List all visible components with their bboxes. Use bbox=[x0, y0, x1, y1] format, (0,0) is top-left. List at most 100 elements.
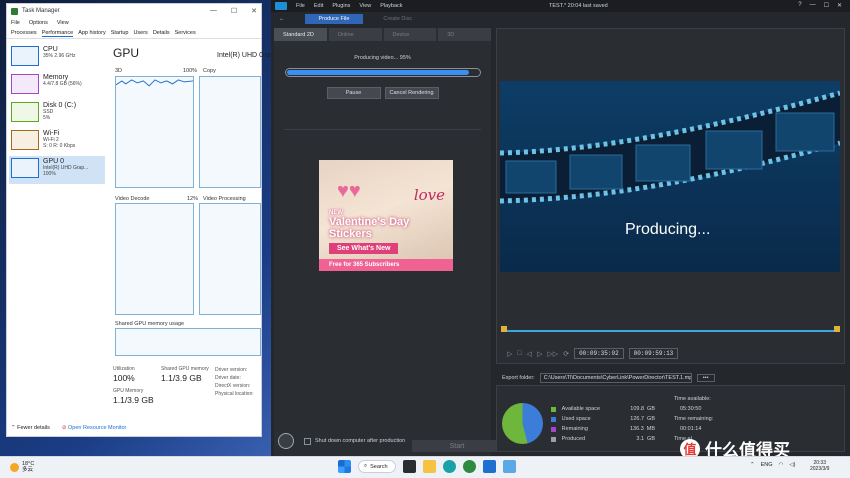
tray-overflow-icon[interactable]: ⌃ bbox=[750, 462, 755, 468]
promo-cta-button[interactable]: See What's New bbox=[329, 243, 399, 254]
powerdirector-logo-icon bbox=[275, 2, 287, 10]
stat-gpu-memory: GPU Memory 1.1/3.9 GB bbox=[113, 388, 154, 405]
menu-view[interactable]: View bbox=[57, 20, 69, 26]
weather-widget[interactable]: 18°C 多云 bbox=[10, 461, 34, 473]
graph-shared-memory bbox=[115, 328, 261, 356]
cancel-rendering-button[interactable]: Cancel Rendering bbox=[384, 87, 439, 99]
task-manager-window[interactable]: Task Manager — ☐ ✕ File Options View Pro… bbox=[6, 3, 271, 437]
produce-panel: Standard 2D Online Device 3D Producing v… bbox=[274, 28, 502, 456]
task-view-icon[interactable] bbox=[403, 460, 416, 473]
browse-button[interactable]: ••• bbox=[696, 373, 715, 382]
taskbar-apps: ⌕ Search bbox=[338, 460, 516, 473]
graph-video-processing bbox=[199, 203, 261, 315]
resource-disk[interactable]: Disk 0 (C:) SSD 5% bbox=[9, 100, 105, 128]
timeline-scrubber[interactable] bbox=[503, 330, 839, 332]
chrome-icon[interactable] bbox=[463, 460, 476, 473]
time-available-label: Time available: bbox=[674, 396, 711, 402]
tab-details[interactable]: Details bbox=[153, 30, 170, 36]
disk-row-unit: GB bbox=[647, 416, 655, 422]
start-button[interactable]: Start bbox=[412, 440, 502, 452]
maximize-button[interactable]: ☐ bbox=[824, 2, 829, 9]
search-box[interactable]: ⌕ Search bbox=[358, 460, 396, 473]
help-icon[interactable]: ? bbox=[798, 2, 801, 9]
resource-name: Wi-Fi bbox=[43, 130, 60, 137]
shutdown-label: Shut down computer after production bbox=[315, 438, 406, 444]
minimize-button[interactable]: — bbox=[810, 2, 816, 9]
promo-banner[interactable]: ♥♥ love NEW Valentine's Day Stickers See… bbox=[319, 160, 453, 271]
shutdown-checkbox[interactable] bbox=[304, 437, 311, 445]
pause-button[interactable]: Pause bbox=[326, 87, 381, 99]
tab-standard-2d[interactable]: Standard 2D bbox=[274, 28, 327, 41]
close-button[interactable]: ✕ bbox=[837, 2, 842, 9]
back-arrow-icon[interactable]: ← bbox=[279, 16, 285, 22]
menu-options[interactable]: Options bbox=[29, 20, 48, 26]
minimize-button[interactable]: — bbox=[210, 7, 217, 15]
gpu-model: Intel(R) UHD Gra bbox=[217, 52, 271, 59]
start-icon[interactable] bbox=[338, 460, 351, 473]
tab-online[interactable]: Online bbox=[328, 28, 382, 41]
create-disc-button[interactable]: Create Disc bbox=[383, 16, 412, 22]
menu-plugins[interactable]: Plugins bbox=[332, 3, 350, 9]
volume-icon[interactable]: ◁) bbox=[789, 462, 795, 468]
resource-memory[interactable]: Memory 4.4/7.8 GB (56%) bbox=[9, 72, 105, 100]
resource-detail: 4.4/7.8 GB (56%) bbox=[43, 81, 82, 87]
disk-row-produced: Produced 3.1 GB bbox=[551, 434, 655, 444]
stat-label: Utilization bbox=[113, 366, 135, 372]
disk-row-label: Available space bbox=[561, 406, 601, 412]
tab-startup[interactable]: Startup bbox=[111, 30, 129, 36]
title-bar[interactable]: Task Manager — ☐ ✕ bbox=[7, 4, 261, 18]
resource-name: CPU bbox=[43, 46, 58, 53]
tab-3d[interactable]: 3D bbox=[438, 28, 491, 41]
open-resource-monitor-link[interactable]: ⊘ Open Resource Monitor bbox=[62, 425, 127, 431]
timeline-in-marker[interactable] bbox=[501, 326, 507, 332]
total-timecode[interactable]: 00:09:59:13 bbox=[628, 348, 679, 359]
wifi-icon[interactable]: ◠ bbox=[779, 462, 784, 468]
directx-label: DirectX version: bbox=[215, 383, 251, 389]
menu-file[interactable]: File bbox=[11, 20, 20, 26]
powerdirector-taskbar-icon[interactable] bbox=[483, 460, 496, 473]
edge-icon[interactable] bbox=[443, 460, 456, 473]
stat-value: 1.1/3.9 GB bbox=[113, 395, 154, 405]
export-folder-path[interactable]: C:\Users\TI\Documents\CyberLink\PowerDir… bbox=[539, 372, 692, 383]
fast-forward-icon[interactable]: ▷▷ bbox=[547, 350, 558, 358]
tab-app-history[interactable]: App history bbox=[78, 30, 106, 36]
prev-frame-icon[interactable]: ◁ bbox=[527, 350, 532, 358]
disk-sparkline bbox=[11, 102, 39, 122]
graph-label-video-processing: Video Processing bbox=[203, 196, 246, 202]
menu-edit[interactable]: Edit bbox=[314, 3, 323, 9]
loop-icon[interactable]: ⟳ bbox=[563, 350, 569, 358]
tab-device[interactable]: Device bbox=[383, 28, 437, 41]
clock[interactable]: 20:33 2023/3/9 bbox=[810, 460, 829, 472]
resource-gpu[interactable]: GPU 0 Intel(R) UHD Grap... 100% bbox=[9, 156, 105, 184]
legend-swatch bbox=[551, 436, 556, 442]
tab-performance[interactable]: Performance bbox=[41, 30, 74, 37]
close-button[interactable]: ✕ bbox=[251, 7, 257, 15]
maximize-button[interactable]: ☐ bbox=[231, 7, 237, 15]
tab-users[interactable]: Users bbox=[133, 30, 147, 36]
timeline-out-marker[interactable] bbox=[834, 326, 840, 332]
memory-sparkline bbox=[11, 74, 39, 94]
resource-wifi[interactable]: Wi-Fi Wi-Fi 2 S: 0 R: 0 Kbps bbox=[9, 128, 105, 156]
play-icon[interactable]: ▷ bbox=[507, 350, 512, 358]
disk-row-available: Available space 109.8 GB bbox=[551, 404, 655, 414]
powerdirector-window[interactable]: File Edit Plugins View Playback TEST.* 2… bbox=[271, 0, 850, 456]
promo-footer: Free for 365 Subscribers bbox=[319, 259, 453, 271]
menu-file[interactable]: File bbox=[296, 3, 305, 9]
transport-controls: ▷ □ ◁ ▷ ▷▷ ⟳ 00:09:35:02 00:09:59:13 bbox=[507, 348, 679, 359]
produce-file-button[interactable]: Produce File bbox=[304, 14, 364, 24]
next-frame-icon[interactable]: ▷ bbox=[537, 350, 542, 358]
production-progress-bar bbox=[284, 68, 481, 77]
language-indicator[interactable]: ENG bbox=[761, 462, 773, 468]
menu-playback[interactable]: Playback bbox=[380, 3, 402, 9]
current-timecode[interactable]: 00:09:35:02 bbox=[574, 348, 624, 359]
graph-video-decode bbox=[115, 203, 194, 315]
stop-icon[interactable]: □ bbox=[517, 350, 521, 357]
menu-view[interactable]: View bbox=[359, 3, 371, 9]
file-explorer-icon[interactable] bbox=[423, 460, 436, 473]
fewer-details-link[interactable]: ⌃ Fewer details bbox=[11, 425, 50, 431]
tab-processes[interactable]: Processes bbox=[11, 30, 37, 36]
resource-monitor-icon: ⊘ bbox=[61, 425, 67, 431]
tab-services[interactable]: Services bbox=[175, 30, 196, 36]
task-manager-taskbar-icon[interactable] bbox=[503, 460, 516, 473]
resource-cpu[interactable]: CPU 35% 2.96 GHz bbox=[9, 44, 105, 72]
